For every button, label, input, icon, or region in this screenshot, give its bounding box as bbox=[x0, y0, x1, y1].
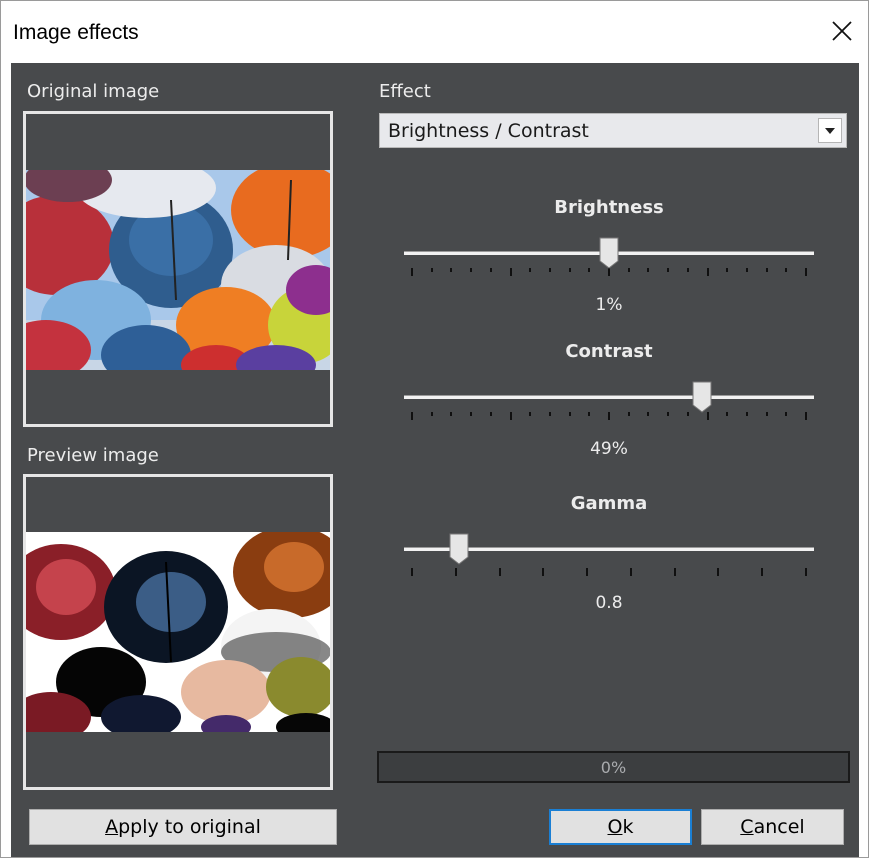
tick-mark bbox=[430, 412, 433, 416]
preview-image bbox=[26, 532, 330, 732]
tick-mark bbox=[588, 412, 591, 416]
contrast-label: Contrast bbox=[565, 341, 653, 362]
brightness-value: 1% bbox=[595, 295, 623, 315]
tick-mark bbox=[647, 268, 650, 272]
tick-mark bbox=[647, 412, 650, 416]
effect-select[interactable]: Brightness / Contrast bbox=[379, 113, 847, 148]
tick-mark bbox=[765, 412, 768, 416]
tick-mark bbox=[411, 412, 413, 420]
tick-mark bbox=[450, 268, 453, 272]
tick-mark bbox=[761, 568, 764, 576]
tick-mark bbox=[411, 268, 413, 276]
apply-accel: A bbox=[105, 816, 119, 838]
tick-mark bbox=[726, 268, 729, 272]
ok-label: k bbox=[622, 816, 634, 838]
tick-mark bbox=[509, 412, 512, 420]
tick-mark bbox=[608, 412, 610, 420]
tick-mark bbox=[686, 412, 689, 416]
tick-mark bbox=[498, 568, 501, 576]
ok-accel: O bbox=[607, 816, 623, 838]
contrast-thumb[interactable] bbox=[692, 381, 712, 413]
title-bar: Image effects bbox=[1, 1, 868, 63]
tick-mark bbox=[489, 412, 492, 416]
tick-mark bbox=[629, 568, 632, 576]
tick-mark bbox=[706, 412, 709, 420]
tick-mark bbox=[608, 268, 610, 276]
tick-mark bbox=[568, 268, 571, 272]
tick-mark bbox=[717, 568, 720, 576]
gamma-ticks bbox=[404, 568, 814, 580]
image-effects-dialog: Image effects Original image Preview ima… bbox=[0, 0, 869, 858]
tick-mark bbox=[489, 268, 492, 272]
tick-mark bbox=[470, 268, 473, 272]
tick-mark bbox=[667, 412, 670, 416]
tick-mark bbox=[805, 412, 807, 420]
brightness-ticks bbox=[404, 268, 814, 280]
original-image-frame bbox=[23, 111, 333, 427]
tick-mark bbox=[785, 412, 788, 416]
tick-mark bbox=[588, 268, 591, 272]
tick-mark bbox=[805, 568, 807, 576]
progress-bar: 0% bbox=[377, 751, 850, 783]
tick-mark bbox=[686, 268, 689, 272]
cancel-label: ancel bbox=[753, 816, 805, 838]
tick-mark bbox=[673, 568, 676, 576]
contrast-value: 49% bbox=[590, 439, 628, 459]
tick-mark bbox=[454, 568, 457, 576]
gamma-thumb[interactable] bbox=[449, 533, 469, 565]
progress-text: 0% bbox=[600, 758, 627, 777]
tick-mark bbox=[548, 412, 551, 416]
effect-label: Effect bbox=[379, 81, 431, 102]
tick-mark bbox=[745, 412, 748, 416]
original-image bbox=[26, 170, 330, 370]
tick-mark bbox=[667, 268, 670, 272]
original-image-label: Original image bbox=[27, 81, 160, 102]
tick-mark bbox=[785, 268, 788, 272]
brightness-label: Brightness bbox=[554, 197, 664, 218]
tick-mark bbox=[805, 268, 807, 276]
tick-mark bbox=[627, 268, 630, 272]
tick-mark bbox=[586, 568, 589, 576]
tick-mark bbox=[450, 412, 453, 416]
cancel-accel: C bbox=[740, 816, 754, 838]
tick-mark bbox=[430, 268, 433, 272]
tick-mark bbox=[627, 412, 630, 416]
apply-label: pply to original bbox=[118, 816, 261, 838]
dropdown-arrow-button[interactable] bbox=[818, 118, 842, 143]
apply-to-original-button[interactable]: Apply to original bbox=[29, 809, 337, 845]
tick-mark bbox=[411, 568, 413, 576]
cancel-button[interactable]: Cancel bbox=[701, 809, 844, 845]
tick-mark bbox=[470, 412, 473, 416]
contrast-ticks bbox=[404, 412, 814, 424]
ok-button[interactable]: Ok bbox=[549, 809, 692, 845]
effect-select-value: Brightness / Contrast bbox=[388, 120, 589, 142]
window-title: Image effects bbox=[13, 21, 139, 44]
close-button[interactable] bbox=[826, 15, 858, 47]
tick-mark bbox=[509, 268, 512, 276]
contrast-track[interactable] bbox=[404, 395, 814, 399]
tick-mark bbox=[706, 268, 709, 276]
tick-mark bbox=[529, 268, 532, 272]
tick-mark bbox=[568, 412, 571, 416]
chevron-down-icon bbox=[825, 127, 835, 134]
tick-mark bbox=[765, 268, 768, 272]
gamma-value: 0.8 bbox=[595, 593, 623, 613]
dialog-content: Original image Preview image Effect Brig… bbox=[11, 63, 859, 857]
tick-mark bbox=[542, 568, 545, 576]
tick-mark bbox=[745, 268, 748, 272]
tick-mark bbox=[529, 412, 532, 416]
brightness-thumb[interactable] bbox=[599, 237, 619, 269]
close-icon bbox=[832, 21, 852, 41]
tick-mark bbox=[726, 412, 729, 416]
preview-image-frame bbox=[23, 474, 333, 790]
gamma-label: Gamma bbox=[570, 493, 648, 514]
tick-mark bbox=[548, 268, 551, 272]
preview-image-label: Preview image bbox=[27, 445, 159, 466]
